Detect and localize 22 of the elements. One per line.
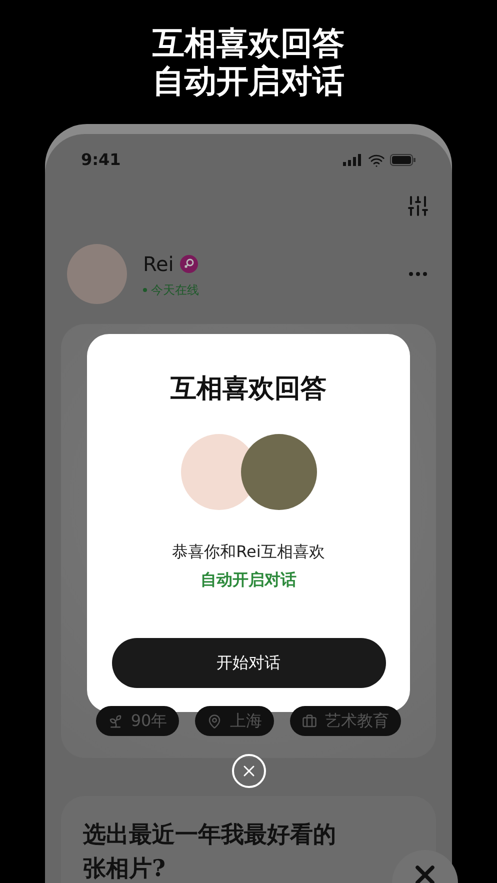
tag-label: 艺术教育: [325, 710, 390, 732]
signal-icon: [343, 154, 363, 166]
briefcase-icon: [302, 714, 318, 728]
profile-name: Rei: [143, 251, 174, 278]
filter-icon[interactable]: [406, 194, 430, 218]
female-icon: [180, 255, 198, 273]
online-status: 今天在线: [151, 282, 199, 299]
dialog-message: 恭喜你和Rei互相喜欢: [172, 541, 325, 563]
tag-label: 上海: [230, 710, 262, 732]
question-text: 选出最近一年我最好看的: [83, 820, 337, 850]
sprout-icon: [108, 714, 123, 728]
headline-text: 自动开启对话: [152, 62, 344, 100]
headline-text: 互相喜欢回答: [152, 24, 344, 62]
battery-icon: [390, 154, 416, 166]
start-chat-button[interactable]: 开始对话: [112, 638, 386, 688]
location-pin-icon: [207, 714, 222, 728]
dialog-title: 互相喜欢回答: [170, 374, 326, 404]
dialog-highlight: 自动开启对话: [200, 569, 296, 591]
tag-label: 90年: [130, 710, 168, 732]
close-button[interactable]: [232, 754, 266, 788]
question-text: 张相片?: [83, 854, 166, 883]
status-time: 9:41: [81, 149, 121, 171]
